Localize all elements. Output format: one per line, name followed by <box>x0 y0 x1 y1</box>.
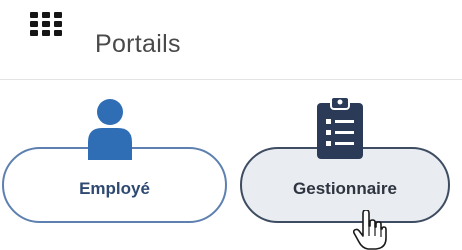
divider <box>0 79 462 80</box>
portal-employe-label: Employé <box>79 179 150 198</box>
person-icon <box>88 99 132 160</box>
hand-pointer-icon <box>353 210 387 250</box>
portal-gestionnaire-label: Gestionnaire <box>293 179 397 198</box>
page-title: Portails <box>95 30 181 58</box>
clipboard-list-icon <box>317 96 363 159</box>
apps-grid-icon[interactable] <box>30 12 62 38</box>
portals-panel: Portails Employé Gestionnaire <box>0 0 462 250</box>
